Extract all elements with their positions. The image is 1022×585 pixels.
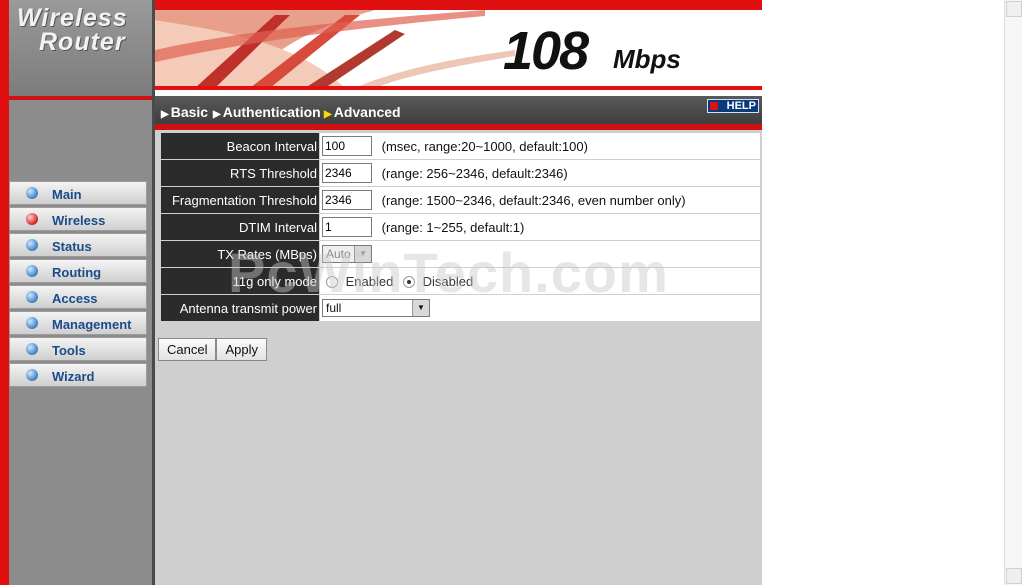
field-label: DTIM Interval [160, 213, 320, 241]
logo-line-2: Router [39, 28, 126, 56]
sidebar-item-routing[interactable]: Routing [9, 259, 147, 283]
scroll-down-button[interactable] [1006, 568, 1022, 584]
field-label: Beacon Interval [160, 132, 320, 160]
bullet-icon [26, 187, 38, 199]
sidebar-item-wireless[interactable]: Wireless [9, 207, 147, 231]
settings-table: Beacon Interval (msec, range:20~1000, de… [160, 132, 761, 322]
g-only-mode-row: 11g only mode Enabled Disabled [160, 267, 761, 295]
vertical-scrollbar[interactable] [1004, 0, 1022, 585]
sidebar-item-status[interactable]: Status [9, 233, 147, 257]
form-actions: Cancel Apply [158, 338, 267, 361]
apply-button[interactable]: Apply [216, 338, 267, 361]
sidebar-item-tools[interactable]: Tools [9, 337, 147, 361]
speed-logo: 108 [503, 21, 589, 81]
banner-bottom-stripe [155, 86, 762, 90]
field-cell: (msec, range:20~1000, default:100) [319, 132, 761, 160]
sidebar-item-label: Management [52, 317, 132, 332]
field-cell: (range: 1~255, default:1) [319, 213, 761, 241]
field-cell: full ▼ [319, 294, 761, 322]
radio-label: Enabled [345, 274, 394, 290]
rts-threshold-row: RTS Threshold (range: 256~2346, default:… [160, 159, 761, 187]
fragmentation-threshold-row: Fragmentation Threshold (range: 1500~234… [160, 186, 761, 214]
field-hint: (msec, range:20~1000, default:100) [381, 138, 588, 154]
arrow-right-icon: ▶ [161, 109, 169, 120]
chevron-down-icon: ▼ [412, 300, 429, 316]
field-hint: (range: 1~255, default:1) [381, 219, 525, 235]
tx-rates-select[interactable]: Auto ▼ [322, 245, 372, 263]
tab-label: Advanced [333, 104, 401, 120]
field-label: TX Rates (MBps) [160, 240, 320, 268]
antenna-power-select[interactable]: full ▼ [322, 299, 430, 317]
bullet-icon [26, 343, 38, 355]
sidebar-item-label: Main [52, 187, 82, 202]
sidebar: Wireless Router Main Wireless Status Rou… [0, 0, 155, 585]
beacon-interval-row: Beacon Interval (msec, range:20~1000, de… [160, 132, 761, 160]
tab-authentication[interactable]: ▶ Authentication [213, 104, 321, 120]
active-bullet-icon [26, 213, 38, 225]
bullet-icon [26, 317, 38, 329]
arrow-right-icon: ▶ [324, 109, 332, 120]
sidebar-item-label: Wizard [52, 369, 95, 384]
select-value: Auto [326, 247, 351, 261]
sidebar-item-label: Status [52, 239, 92, 254]
sidebar-nav: Main Wireless Status Routing Access Mana… [9, 181, 147, 389]
radio-label: Disabled [422, 274, 474, 290]
field-hint: (range: 256~2346, default:2346) [381, 165, 568, 181]
field-cell: Enabled Disabled [319, 267, 761, 295]
sidebar-red-edge [0, 0, 9, 585]
arrow-right-icon: ▶ [213, 109, 221, 120]
antenna-power-row: Antenna transmit power full ▼ [160, 294, 761, 322]
field-label: RTS Threshold [160, 159, 320, 187]
help-label: HELP [726, 100, 756, 112]
scroll-up-button[interactable] [1006, 1, 1022, 17]
bullet-icon [26, 239, 38, 251]
bullet-icon [26, 265, 38, 277]
select-value: full [326, 301, 342, 315]
field-label: Antenna transmit power [160, 294, 320, 322]
logo: Wireless Router [9, 0, 155, 96]
sidebar-item-label: Routing [52, 265, 102, 280]
fragmentation-threshold-input[interactable] [322, 190, 372, 210]
dtim-interval-row: DTIM Interval (range: 1~255, default:1) [160, 213, 761, 241]
help-button[interactable]: HELP [707, 99, 759, 113]
header-banner: 108 Mbps [155, 0, 762, 96]
sidebar-item-label: Access [52, 291, 98, 306]
field-cell: (range: 256~2346, default:2346) [319, 159, 761, 187]
logo-underline [9, 96, 155, 100]
tab-label: Basic [170, 104, 209, 120]
advanced-settings-panel: Beacon Interval (msec, range:20~1000, de… [155, 130, 762, 585]
field-label: 11g only mode [160, 267, 320, 295]
tab-bar: ▶ Basic ▶ Authentication ▶ Advanced HELP [155, 96, 762, 124]
bullet-icon [26, 369, 38, 381]
chevron-down-icon: ▼ [354, 246, 371, 262]
rts-threshold-input[interactable] [322, 163, 372, 183]
cancel-button[interactable]: Cancel [158, 338, 217, 361]
field-cell: (range: 1500~2346, default:2346, even nu… [319, 186, 761, 214]
field-label: Fragmentation Threshold [160, 186, 320, 214]
bullet-icon [26, 291, 38, 303]
sidebar-item-label: Tools [52, 343, 86, 358]
sidebar-item-label: Wireless [52, 213, 106, 228]
tab-basic[interactable]: ▶ Basic [161, 104, 208, 120]
disabled-radio[interactable] [402, 275, 415, 288]
help-icon [710, 102, 718, 110]
tab-advanced[interactable]: ▶ Advanced [324, 104, 401, 120]
sidebar-item-main[interactable]: Main [9, 181, 147, 205]
sidebar-item-management[interactable]: Management [9, 311, 147, 335]
enabled-radio[interactable] [326, 275, 338, 288]
beacon-interval-input[interactable] [322, 136, 372, 156]
tx-rates-row: TX Rates (MBps) Auto ▼ [160, 240, 761, 268]
field-hint: (range: 1500~2346, default:2346, even nu… [381, 192, 686, 208]
dtim-interval-input[interactable] [322, 217, 372, 237]
banner-top-stripe [155, 0, 762, 10]
sidebar-item-wizard[interactable]: Wizard [9, 363, 147, 387]
speed-unit: Mbps [613, 44, 681, 74]
sidebar-item-access[interactable]: Access [9, 285, 147, 309]
field-cell: Auto ▼ [319, 240, 761, 268]
tab-label: Authentication [222, 104, 321, 120]
